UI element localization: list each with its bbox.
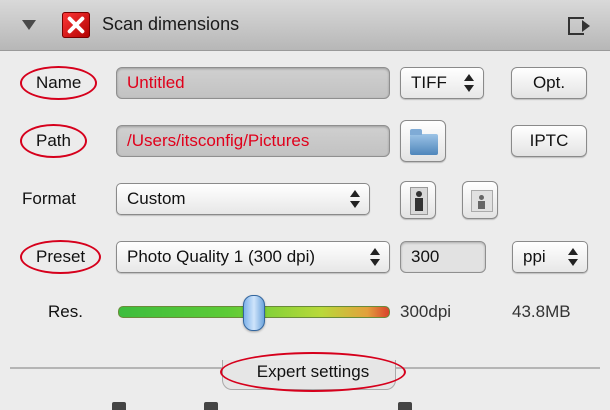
file-size-readout: 43.8MB — [512, 302, 571, 321]
disclosure-triangle-icon[interactable] — [22, 20, 36, 30]
cutoff-icon — [204, 402, 218, 410]
landscape-orientation-button[interactable] — [462, 181, 498, 219]
cutoff-icon-row — [100, 402, 520, 410]
scanner-app-icon — [62, 12, 90, 38]
cutoff-icon — [112, 402, 126, 410]
panel-title: Scan dimensions — [102, 14, 240, 34]
portrait-orientation-button[interactable] — [400, 181, 436, 219]
choose-folder-button[interactable] — [400, 120, 446, 162]
select-arrows-icon — [350, 190, 360, 208]
path-label: Path — [20, 124, 87, 158]
options-button[interactable]: Opt. — [511, 67, 587, 99]
panel-titlebar: Scan dimensions — [0, 0, 610, 51]
detach-panel-icon[interactable] — [568, 17, 590, 35]
resolution-field[interactable]: 300 — [400, 241, 486, 273]
select-arrows-icon — [464, 74, 474, 92]
portrait-icon — [410, 187, 428, 215]
name-label: Name — [20, 66, 98, 100]
file-format-select[interactable]: TIFF — [400, 67, 484, 99]
resolution-unit-value: ppi — [523, 247, 546, 266]
format-label: Format — [22, 189, 76, 208]
folder-icon — [410, 129, 438, 155]
cutoff-icon — [398, 402, 412, 410]
preset-value: Photo Quality 1 (300 dpi) — [127, 247, 316, 266]
select-arrows-icon — [370, 248, 380, 266]
preset-select[interactable]: Photo Quality 1 (300 dpi) — [116, 241, 390, 273]
expert-settings-toggle[interactable]: Expert settings — [220, 352, 406, 392]
resolution-unit-select[interactable]: ppi — [512, 241, 588, 273]
format-value: Custom — [127, 189, 186, 208]
select-arrows-icon — [568, 248, 578, 266]
resolution-slider-knob[interactable] — [243, 295, 265, 331]
file-format-value: TIFF — [411, 73, 447, 92]
dpi-readout: 300dpi — [400, 302, 452, 321]
iptc-button[interactable]: IPTC — [511, 125, 587, 157]
path-field[interactable]: /Users/itsconfig/Pictures — [116, 125, 390, 157]
preset-label: Preset — [20, 240, 102, 274]
format-select[interactable]: Custom — [116, 183, 370, 215]
landscape-icon — [471, 190, 493, 212]
res-label: Res. — [48, 302, 83, 321]
name-field[interactable]: Untitled — [116, 67, 390, 99]
